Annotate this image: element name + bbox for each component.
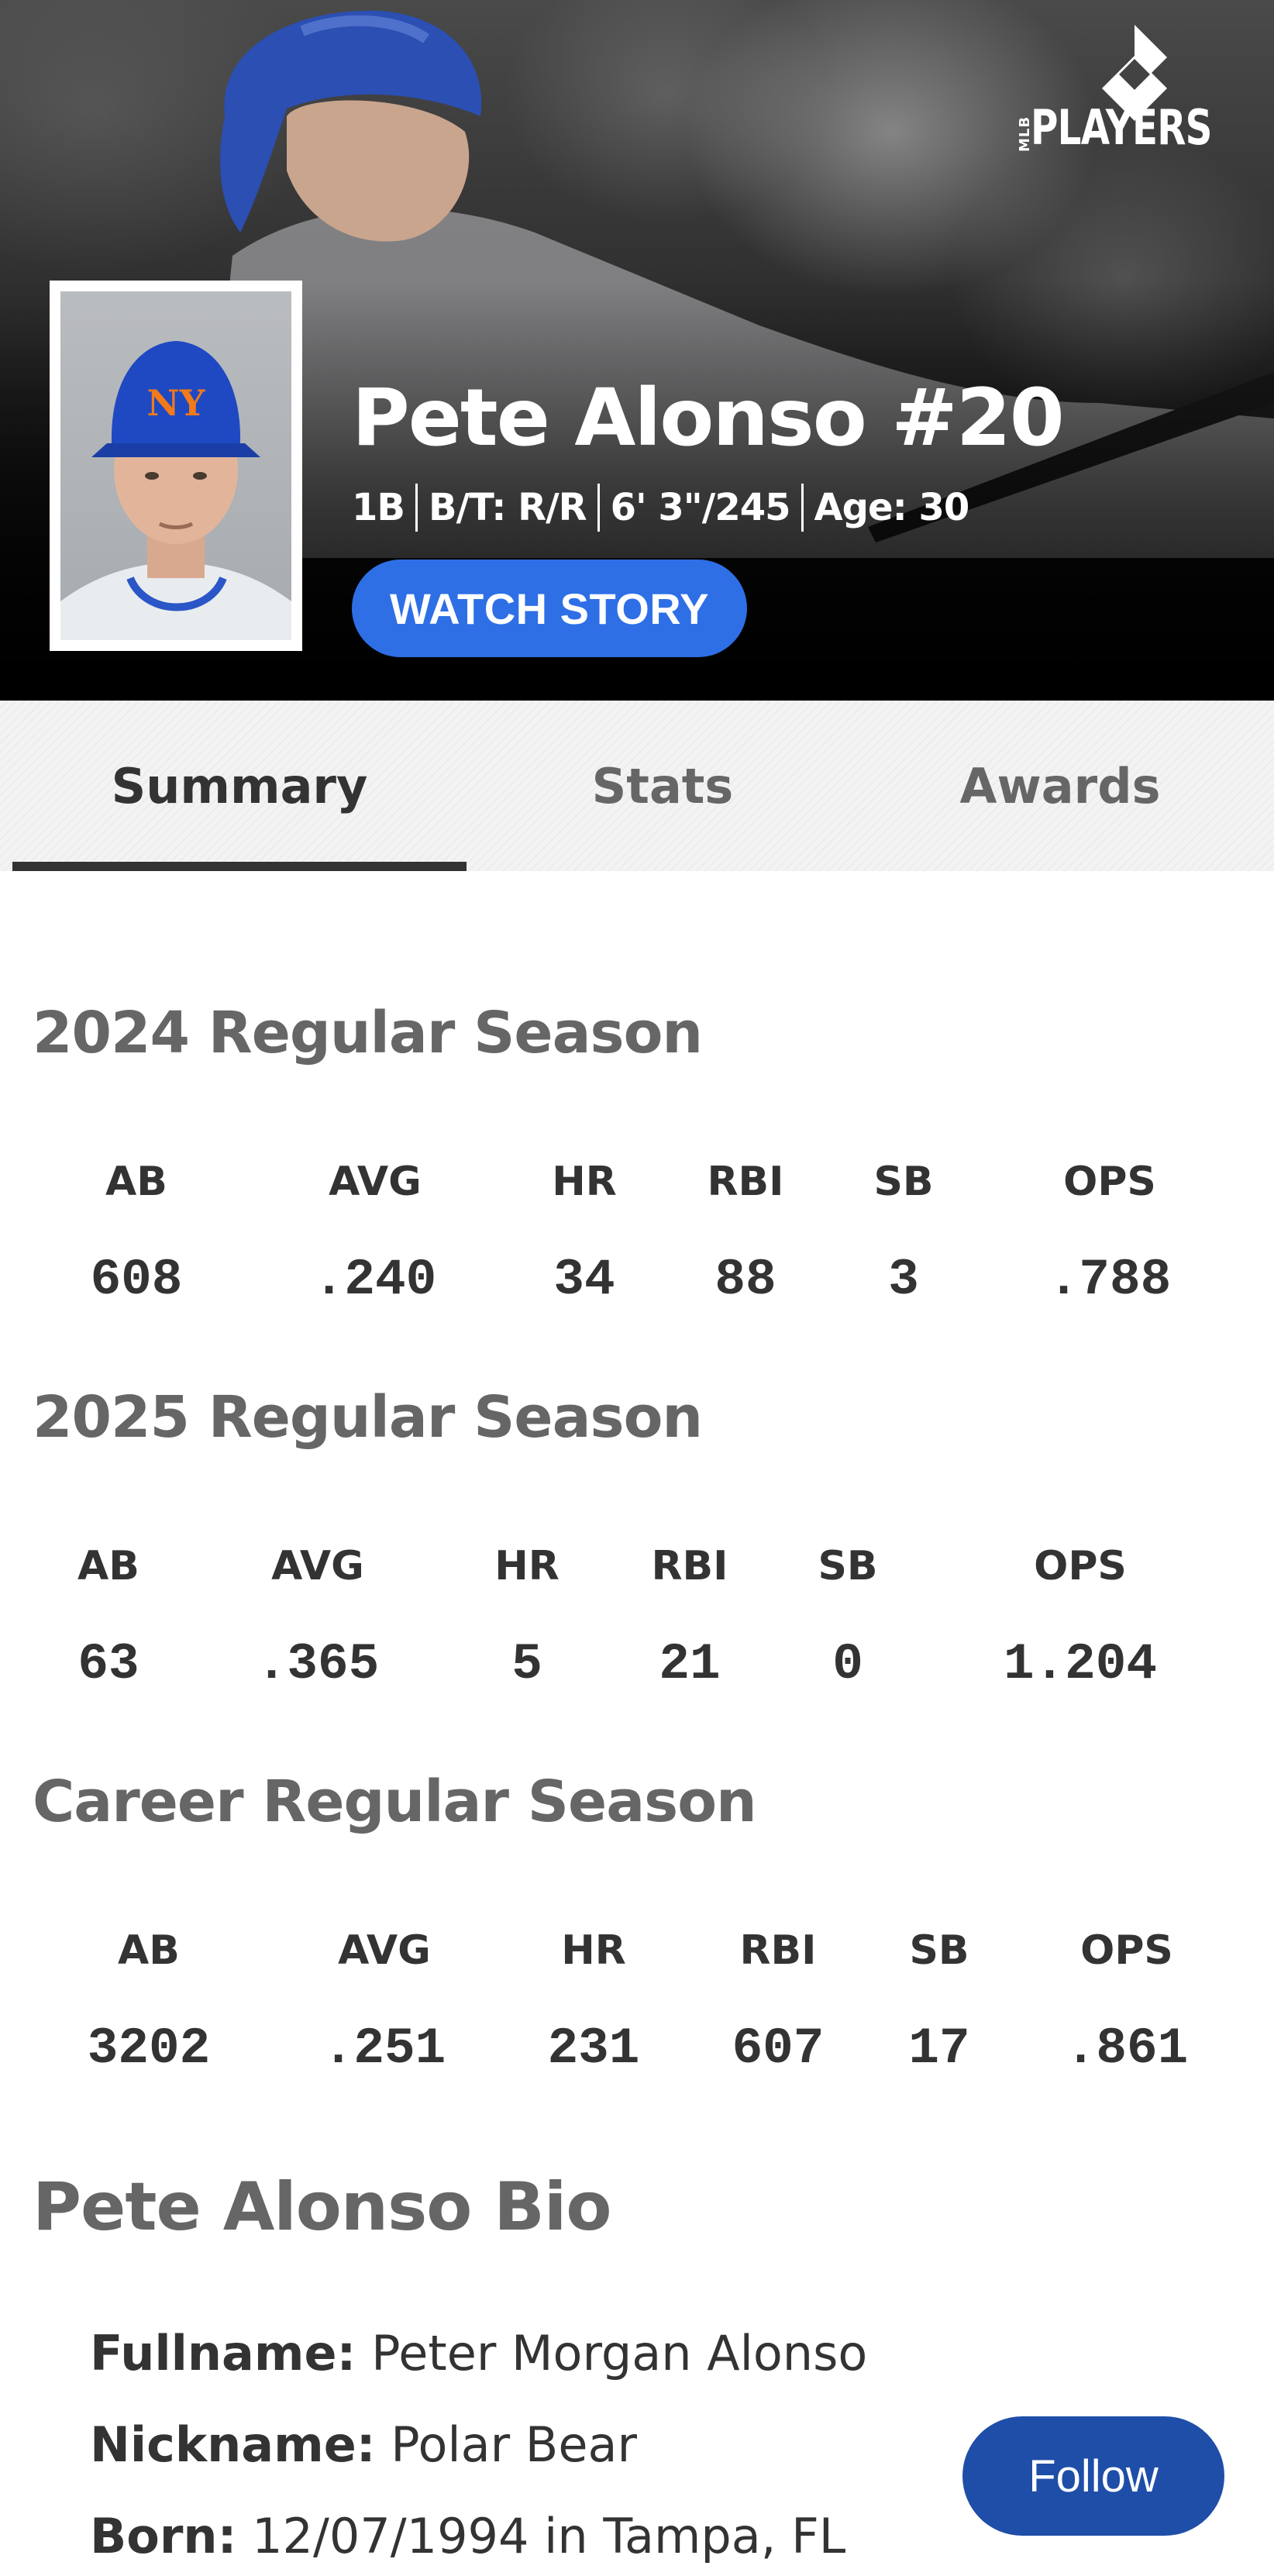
stat-label: HR <box>494 1543 560 1589</box>
stat-label: AB <box>105 1159 167 1205</box>
stat-ab: AB 3202 <box>64 1923 234 2080</box>
season-title-2025: 2025 Regular Season <box>33 1384 703 1451</box>
follow-button[interactable]: Follow <box>962 2416 1224 2536</box>
stat-sb: SB 17 <box>854 1923 1024 2080</box>
player-portrait-icon: NY <box>60 341 291 640</box>
player-age: Age: 30 <box>801 484 980 532</box>
stat-label: RBI <box>651 1543 728 1589</box>
stat-hr: HR 231 <box>508 1923 679 2080</box>
active-tab-indicator <box>12 862 467 871</box>
stat-value: 34 <box>553 1251 615 1309</box>
tab-stats[interactable]: Stats <box>467 701 859 871</box>
stat-value: 63 <box>77 1635 139 1693</box>
hero-banner: MLB PLAYERS NY Pete Alonso #20 1B B/T: R… <box>0 0 1274 701</box>
stat-ops: OPS 1.204 <box>995 1539 1166 1696</box>
tab-bar: Summary Stats Awards <box>0 701 1274 871</box>
stat-value: 608 <box>90 1251 183 1309</box>
watch-story-button[interactable]: WATCH STORY <box>352 560 747 657</box>
player-name: Pete Alonso #20 <box>352 372 1065 464</box>
stat-value: 3 <box>888 1251 919 1309</box>
stat-label: AVG <box>338 1927 431 1974</box>
bio-value: Peter Morgan Alonso <box>371 2325 868 2381</box>
stat-label: SB <box>873 1159 934 1205</box>
bio-value: 12/07/1994 in Tampa, FL <box>252 2508 846 2564</box>
player-height-weight: 6' 3"/245 <box>597 484 801 532</box>
tab-summary[interactable]: Summary <box>12 701 467 871</box>
player-headshot: NY <box>50 281 302 651</box>
player-position: 1B <box>352 486 405 529</box>
bio-label: Fullname: <box>90 2325 356 2381</box>
stat-value: 88 <box>714 1251 776 1309</box>
stat-avg: AVG .251 <box>299 1923 470 2080</box>
stat-rbi: RBI 607 <box>693 1923 863 2080</box>
stat-value: 0 <box>832 1635 863 1693</box>
stat-sb: SB 0 <box>763 1539 933 1696</box>
stat-ab: AB 63 <box>23 1539 194 1696</box>
headshot-photo: NY <box>60 291 291 640</box>
stat-label: RBI <box>739 1927 817 1974</box>
bio-fullname: Fullname: Peter Morgan Alonso <box>90 2325 867 2381</box>
tab-awards[interactable]: Awards <box>859 701 1262 871</box>
stat-label: OPS <box>1034 1543 1127 1589</box>
stat-label: AB <box>77 1543 139 1589</box>
stat-label: HR <box>561 1927 626 1974</box>
stat-avg: AVG .240 <box>290 1155 460 1311</box>
svg-text:NY: NY <box>147 382 206 424</box>
stat-label: RBI <box>707 1159 784 1205</box>
bio-title: Pete Alonso Bio <box>33 2168 611 2246</box>
bio-label: Nickname: <box>90 2416 376 2473</box>
stat-value: 17 <box>908 2020 970 2078</box>
season-title-2024: 2024 Regular Season <box>33 1000 703 1066</box>
stat-label: SB <box>909 1927 969 1974</box>
stat-label: OPS <box>1063 1159 1156 1205</box>
player-meta-row: 1B B/T: R/R 6' 3"/245 Age: 30 <box>352 480 980 535</box>
stat-label: AVG <box>329 1159 422 1205</box>
season-title-career: Career Regular Season <box>33 1768 757 1835</box>
stat-sb: SB 3 <box>818 1155 989 1311</box>
stat-label: AB <box>118 1927 180 1974</box>
stat-value: .861 <box>1065 2020 1189 2078</box>
bio-born: Born: 12/07/1994 in Tampa, FL <box>90 2508 845 2564</box>
stat-rbi: RBI 88 <box>660 1155 831 1311</box>
player-bats-throws: B/T: R/R <box>415 484 597 532</box>
stat-hr: HR 5 <box>442 1539 612 1696</box>
stat-ab: AB 608 <box>51 1155 222 1311</box>
stat-label: HR <box>552 1159 617 1205</box>
stat-label: OPS <box>1080 1927 1173 1974</box>
stat-value: .365 <box>256 1635 380 1693</box>
stat-hr: HR 34 <box>499 1155 670 1311</box>
stat-label: SB <box>818 1543 878 1589</box>
stat-value: 607 <box>732 2020 825 2078</box>
players-logo-text: PLAYERS <box>1031 99 1212 156</box>
stat-value: .251 <box>322 2020 446 2078</box>
stat-ops: OPS .861 <box>1042 1923 1212 2080</box>
stat-rbi: RBI 21 <box>604 1539 775 1696</box>
bio-value: Polar Bear <box>391 2416 637 2473</box>
stat-value: 5 <box>511 1635 542 1693</box>
stat-value: 3202 <box>87 2020 211 2078</box>
bio-nickname: Nickname: Polar Bear <box>90 2416 637 2473</box>
stat-avg: AVG .365 <box>232 1539 403 1696</box>
stat-label: AVG <box>271 1543 364 1589</box>
stat-value: .788 <box>1048 1251 1172 1309</box>
bio-label: Born: <box>90 2508 237 2564</box>
stat-value: 231 <box>547 2020 640 2078</box>
stat-value: 21 <box>659 1635 721 1693</box>
stat-value: 1.204 <box>1003 1635 1158 1693</box>
stat-ops: OPS .788 <box>1024 1155 1195 1311</box>
stat-value: .240 <box>313 1251 437 1309</box>
